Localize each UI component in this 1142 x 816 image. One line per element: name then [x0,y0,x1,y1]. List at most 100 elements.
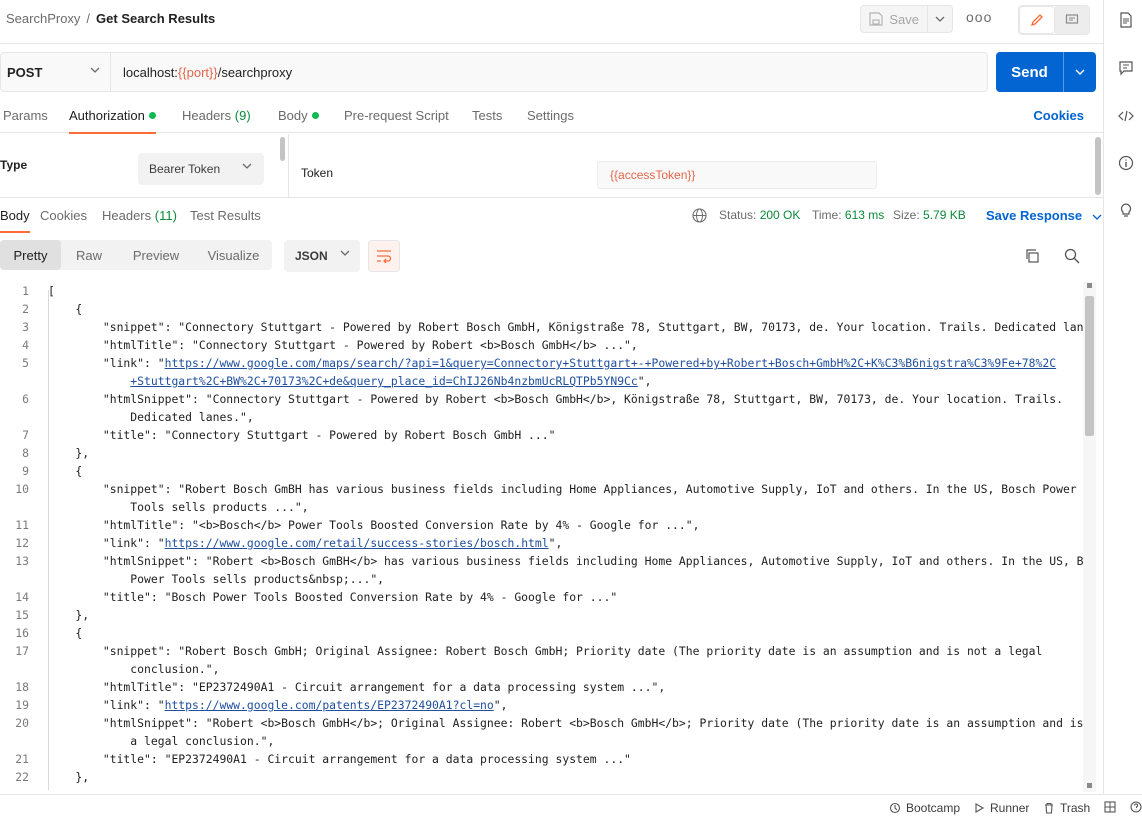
tab-response-cookies[interactable]: Cookies [40,208,87,223]
code-link[interactable]: https://www.google.com/maps/search/?api=… [165,356,1057,370]
code-text: { [48,626,83,640]
scroll-up-arrow[interactable] [1087,283,1092,288]
comment-icon[interactable] [1118,60,1134,76]
line-number: 10 [15,482,29,496]
wrap-lines-icon [377,250,392,263]
response-body-code[interactable]: 1 [2 {3 "snippet": "Connectory Stuttgart … [0,282,1096,792]
globe-icon[interactable] [692,208,707,223]
code-text: Dedicated lanes.", [48,410,254,424]
tab-test-results[interactable]: Test Results [190,208,261,223]
format-select[interactable]: JSON [284,240,360,272]
chevron-down-icon [340,250,350,256]
code-text: { [48,302,83,316]
tab-visualize[interactable]: Visualize [195,240,272,270]
runner-label: Runner [990,801,1030,815]
response-time[interactable]: Time: 613 ms [812,208,884,222]
tab-settings[interactable]: Settings [527,108,574,123]
cookies-link[interactable]: Cookies [1033,108,1084,123]
tab-pre-request-script[interactable]: Pre-request Script [344,108,449,123]
size-value: 5.79 KB [923,208,966,222]
scroll-down-arrow[interactable] [1087,783,1092,788]
edit-mode-button[interactable] [1019,6,1055,34]
chevron-down-icon [935,16,945,22]
tab-pretty[interactable]: Pretty [0,240,61,270]
url-input[interactable]: localhost: {{port}}/searchproxy [111,53,292,91]
line-number: 6 [22,392,29,406]
save-response-label: Save Response [986,208,1083,223]
line-number: 1 [22,284,29,298]
tab-authorization[interactable]: Authorization [69,108,156,134]
status-value: 200 OK [759,208,801,222]
tab-tests[interactable]: Tests [472,108,502,123]
copy-icon[interactable] [1024,248,1040,264]
token-input[interactable]: {{accessToken}} [597,161,877,189]
code-text: "link": "https://www.google.com/maps/sea… [48,356,1057,370]
auth-type-select[interactable]: Bearer Token [138,153,264,185]
code-text: }, [48,446,90,460]
code-link[interactable]: https://www.google.com/retail/success-st… [165,536,549,550]
document-icon[interactable] [1118,12,1134,28]
tab-raw[interactable]: Raw [61,240,117,270]
comment-mode-button[interactable] [1055,6,1089,34]
breadcrumb-collection[interactable]: SearchProxy [6,11,80,26]
tab-headers[interactable]: Headers (9) [182,108,251,123]
save-button[interactable]: Save [861,6,929,32]
send-button-group: Send [996,52,1096,92]
url-variable: {{port}} [177,64,218,80]
scrollbar[interactable] [280,137,285,161]
tab-preview[interactable]: Preview [117,240,195,270]
save-options-button[interactable] [928,6,952,32]
line-number: 2 [22,302,29,316]
code-scrollbar-thumb[interactable] [1085,296,1094,436]
breadcrumb: SearchProxy / Get Search Results [6,11,215,26]
save-label: Save [889,11,919,27]
tab-params[interactable]: Params [3,108,48,123]
trash-button[interactable]: Trash [1043,801,1090,815]
wrap-lines-button[interactable] [368,240,400,272]
request-title[interactable]: Get Search Results [96,11,215,26]
divider [288,134,289,198]
code-link[interactable]: +Stuttgart%2C+BW%2C+70173%2C+de&query_pl… [130,374,637,388]
time-value: 613 ms [844,208,885,222]
info-icon[interactable] [1118,155,1134,171]
send-options-button[interactable] [1064,52,1096,92]
scrollbar[interactable] [1095,137,1101,195]
view-mode-toggle [1018,5,1090,35]
response-view-tabs: Pretty Raw Preview Visualize [0,240,272,270]
lightbulb-icon[interactable] [1118,202,1134,218]
response-status[interactable]: Status: 200 OK [719,208,800,222]
tab-response-body[interactable]: Body [0,208,30,233]
layout-icon[interactable] [1104,801,1116,813]
bootcamp-button[interactable]: Bootcamp [889,801,960,815]
save-response-button[interactable]: Save Response [986,208,1102,223]
code-text: "title": "Connectory Stuttgart - Powered… [48,428,556,442]
tab-response-headers[interactable]: Headers (11) [102,208,177,223]
method-select[interactable]: POST [1,53,111,91]
code-text: [ [48,284,55,298]
code-text: "htmlTitle": "<b>Bosch</b> Power Tools B… [48,518,700,532]
response-size[interactable]: Size: 5.79 KB [893,208,966,222]
line-number: 11 [15,518,29,532]
line-number: 5 [22,356,29,370]
send-button[interactable]: Send [996,52,1064,92]
code-text: "link": "https://www.google.com/retail/s… [48,536,563,550]
code-icon[interactable] [1118,108,1134,124]
save-icon [869,12,883,26]
runner-button[interactable]: Runner [973,801,1029,815]
size-label: Size: [893,208,920,222]
tab-body[interactable]: Body [278,108,319,123]
auth-type-value: Bearer Token [149,162,221,176]
comment-icon [1065,14,1079,24]
tab-body-label: Body [278,108,308,123]
time-label: Time: [812,208,842,222]
status-bar: Bootcamp Runner Trash [0,794,1142,816]
search-icon[interactable] [1064,248,1080,264]
code-text: "htmlSnippet": "Robert <b>Bosch GmBH</b>… [48,554,1096,568]
trash-label: Trash [1060,801,1091,815]
code-text: "snippet": "Connectory Stuttgart - Power… [48,320,1096,334]
line-number: 19 [15,698,29,712]
code-text: "snippet": "Robert Bosch GmBH has variou… [48,482,1077,496]
help-icon[interactable] [1130,801,1142,813]
more-actions-button[interactable]: ooo [966,9,992,25]
code-link[interactable]: https://www.google.com/patents/EP2372490… [165,698,494,712]
